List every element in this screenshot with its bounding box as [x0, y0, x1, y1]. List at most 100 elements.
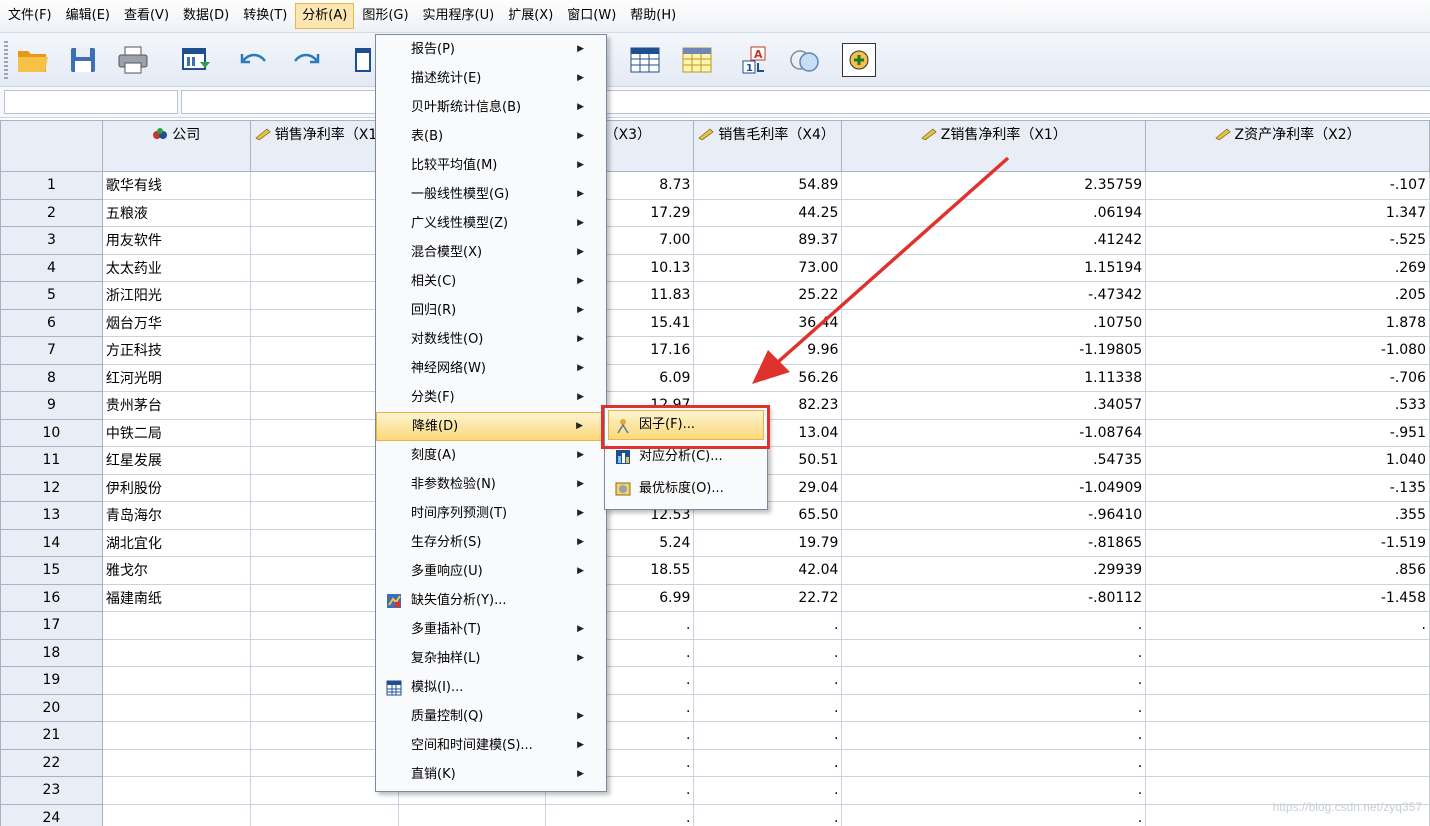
cell-reference-field[interactable]: [4, 90, 178, 114]
menu-edit[interactable]: 编辑(E): [60, 3, 116, 29]
grid-corner[interactable]: [0, 120, 103, 172]
table-cell[interactable]: [101, 803, 251, 826]
column-header[interactable]: 公司: [101, 120, 251, 172]
table-cell[interactable]: -.951: [1145, 418, 1430, 447]
row-number[interactable]: 5: [0, 281, 103, 310]
menu-item[interactable]: 质量控制(Q) ▶: [376, 702, 606, 731]
menu-item[interactable]: 空间和时间建模(S)... ▶: [376, 731, 606, 760]
column-header[interactable]: 销售毛利率（X4）: [693, 120, 843, 172]
row-number[interactable]: 7: [0, 336, 103, 365]
table-cell[interactable]: [101, 776, 251, 805]
row-number[interactable]: 6: [0, 308, 103, 337]
table-cell[interactable]: [397, 803, 547, 826]
table-cell[interactable]: 伊利股份: [101, 473, 251, 502]
menu-item[interactable]: 比较平均值(M) ▶: [376, 151, 606, 180]
menu-item[interactable]: 广义线性模型(Z) ▶: [376, 209, 606, 238]
table-cell[interactable]: .: [693, 666, 843, 695]
menu-item[interactable]: 混合模型(X) ▶: [376, 238, 606, 267]
table-cell[interactable]: .54735: [841, 446, 1147, 475]
table-cell[interactable]: [1145, 693, 1430, 722]
menu-item[interactable]: 刻度(A) ▶: [376, 441, 606, 470]
table-cell[interactable]: [1145, 721, 1430, 750]
row-number[interactable]: 1: [0, 171, 103, 200]
table-cell[interactable]: [101, 693, 251, 722]
table-cell[interactable]: .: [693, 721, 843, 750]
table-cell[interactable]: 2.35759: [841, 171, 1147, 200]
table-cell[interactable]: 19.79: [693, 528, 843, 557]
menu-item[interactable]: 直销(K) ▶: [376, 760, 606, 789]
table-cell[interactable]: .269: [1145, 253, 1430, 282]
table-cell[interactable]: [1145, 638, 1430, 667]
table-cell[interactable]: .: [693, 638, 843, 667]
table-cell[interactable]: -1.19805: [841, 336, 1147, 365]
table-cell[interactable]: [249, 803, 399, 826]
menu-item[interactable]: 表(B) ▶: [376, 122, 606, 151]
cell-value-field[interactable]: [181, 90, 1430, 114]
menu-item[interactable]: 时间序列预测(T) ▶: [376, 499, 606, 528]
row-number[interactable]: 22: [0, 748, 103, 777]
table-cell[interactable]: .: [841, 666, 1147, 695]
table-cell[interactable]: 36.44: [693, 308, 843, 337]
menu-item-factor[interactable]: 因子(F)...: [608, 410, 764, 440]
menu-item[interactable]: 非参数检验(N) ▶: [376, 470, 606, 499]
table-cell[interactable]: 太太药业: [101, 253, 251, 282]
table-cell[interactable]: [101, 666, 251, 695]
table-cell[interactable]: .: [693, 776, 843, 805]
table-cell[interactable]: .: [841, 721, 1147, 750]
table-cell[interactable]: .533: [1145, 391, 1430, 420]
menu-item[interactable]: 贝叶斯统计信息(B) ▶: [376, 93, 606, 122]
table-cell[interactable]: -.81865: [841, 528, 1147, 557]
menu-utilities[interactable]: 实用程序(U): [417, 3, 501, 29]
table-cell[interactable]: .: [693, 803, 843, 826]
save-icon[interactable]: [66, 43, 100, 77]
spell-check-icon[interactable]: [842, 43, 876, 77]
use-variable-sets-icon[interactable]: [788, 43, 822, 77]
table-cell[interactable]: -.80112: [841, 583, 1147, 612]
row-number[interactable]: 9: [0, 391, 103, 420]
menu-item[interactable]: 相关(C) ▶: [376, 267, 606, 296]
print-icon[interactable]: [116, 43, 150, 77]
table-cell[interactable]: .: [841, 693, 1147, 722]
table-cell[interactable]: 雅戈尔: [101, 556, 251, 585]
row-number[interactable]: 13: [0, 501, 103, 530]
menu-help[interactable]: 帮助(H): [624, 3, 682, 29]
menu-item[interactable]: 对数线性(O) ▶: [376, 325, 606, 354]
table-cell[interactable]: 用友软件: [101, 226, 251, 255]
table-cell[interactable]: .205: [1145, 281, 1430, 310]
menu-item[interactable]: 复杂抽样(L) ▶: [376, 644, 606, 673]
menu-item[interactable]: 生存分析(S) ▶: [376, 528, 606, 557]
table-cell[interactable]: 青岛海尔: [101, 501, 251, 530]
menu-extensions[interactable]: 扩展(X): [502, 3, 559, 29]
row-number[interactable]: 14: [0, 528, 103, 557]
row-number[interactable]: 23: [0, 776, 103, 805]
table-cell[interactable]: 25.22: [693, 281, 843, 310]
table-cell[interactable]: .29939: [841, 556, 1147, 585]
menu-item[interactable]: 描述统计(E) ▶: [376, 64, 606, 93]
table-cell[interactable]: 1.347: [1145, 198, 1430, 227]
row-number[interactable]: 21: [0, 721, 103, 750]
table-cell[interactable]: .: [841, 803, 1147, 826]
table-cell[interactable]: .: [545, 803, 695, 826]
row-number[interactable]: 4: [0, 253, 103, 282]
table-cell[interactable]: -.135: [1145, 473, 1430, 502]
weight-cases-icon[interactable]: [680, 43, 714, 77]
table-cell[interactable]: -1.519: [1145, 528, 1430, 557]
table-cell[interactable]: -.706: [1145, 363, 1430, 392]
row-number[interactable]: 10: [0, 418, 103, 447]
menu-item[interactable]: 回归(R) ▶: [376, 296, 606, 325]
row-number[interactable]: 16: [0, 583, 103, 612]
menu-item[interactable]: 多重插补(T) ▶: [376, 615, 606, 644]
menu-view[interactable]: 查看(V): [118, 3, 175, 29]
table-cell[interactable]: 56.26: [693, 363, 843, 392]
table-cell[interactable]: 1.11338: [841, 363, 1147, 392]
table-cell[interactable]: 中铁二局: [101, 418, 251, 447]
table-cell[interactable]: 福建南纸: [101, 583, 251, 612]
table-cell[interactable]: .34057: [841, 391, 1147, 420]
row-number[interactable]: 18: [0, 638, 103, 667]
table-cell[interactable]: 贵州茅台: [101, 391, 251, 420]
row-number[interactable]: 2: [0, 198, 103, 227]
table-cell[interactable]: .: [693, 693, 843, 722]
row-number[interactable]: 20: [0, 693, 103, 722]
table-cell[interactable]: 89.37: [693, 226, 843, 255]
table-cell[interactable]: 红河光明: [101, 363, 251, 392]
